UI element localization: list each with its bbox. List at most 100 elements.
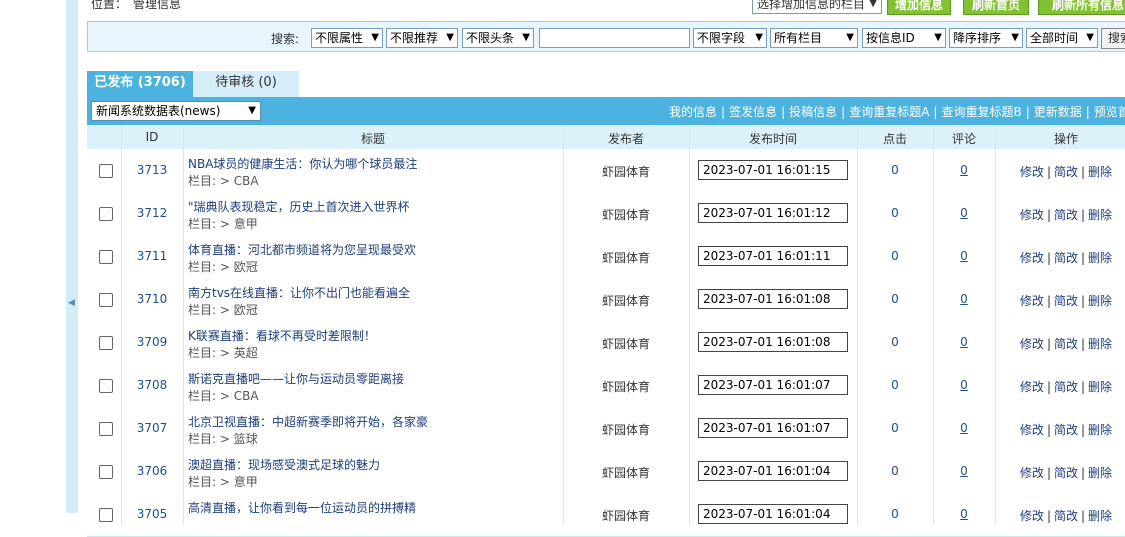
submitted-info-link[interactable]: 投稿信息 <box>789 105 837 119</box>
row-comments-link[interactable]: 0 <box>933 292 995 306</box>
preview-home-link[interactable]: 预览首 <box>1094 105 1125 119</box>
row-actions: 修改 | 简改 | 删除 <box>1019 294 1113 308</box>
headline-filter-select[interactable]: 不限头条 ▼ <box>462 28 534 48</box>
row-delete-link[interactable]: 删除 <box>1088 294 1112 308</box>
row-edit-link[interactable]: 修改 <box>1020 509 1044 523</box>
sort-order-select[interactable]: 降序排序 ▼ <box>949 28 1023 48</box>
row-checkbox[interactable] <box>99 293 113 307</box>
row-id: 3712 <box>136 206 168 220</box>
duplicate-title-b-link[interactable]: 查询重复标题B <box>941 105 1021 119</box>
row-publish-time-input[interactable]: 2023-07-01 16:01:04 <box>698 461 848 481</box>
row-comments-link[interactable]: 0 <box>933 507 995 521</box>
row-checkbox[interactable] <box>99 250 113 264</box>
tab-published[interactable]: 已发布 (3706) <box>87 71 193 97</box>
add-info-button[interactable]: 增加信息 <box>887 0 951 15</box>
row-edit-link[interactable]: 修改 <box>1020 208 1044 222</box>
row-comments-link[interactable]: 0 <box>933 421 995 435</box>
row-checkbox[interactable] <box>99 465 113 479</box>
row-simple-edit-link[interactable]: 简改 <box>1054 337 1078 351</box>
row-title-link[interactable]: K联赛直播：看球不再受时差限制！ <box>188 327 376 344</box>
row-checkbox[interactable] <box>99 336 113 350</box>
row-delete-link[interactable]: 删除 <box>1088 165 1112 179</box>
row-simple-edit-link[interactable]: 简改 <box>1054 380 1078 394</box>
row-checkbox[interactable] <box>99 164 113 178</box>
recommend-filter-select[interactable]: 不限推荐 ▼ <box>386 28 458 48</box>
tab-pending-review[interactable]: 待审核 (0) <box>193 71 299 97</box>
row-comments-link[interactable]: 0 <box>933 206 995 220</box>
row-comments-link[interactable]: 0 <box>933 163 995 177</box>
row-category: 栏目: > 意甲 <box>188 475 258 489</box>
row-edit-link[interactable]: 修改 <box>1020 337 1044 351</box>
add-column-select[interactable]: 选择增加信息的栏目 ▼ <box>752 0 882 14</box>
row-publish-time-input[interactable]: 2023-07-01 16:01:12 <box>698 203 848 223</box>
location-value[interactable]: 管理信息 <box>133 0 181 11</box>
search-input[interactable] <box>539 28 690 48</box>
refresh-all-button[interactable]: 刷新所有信息 <box>1038 0 1125 15</box>
row-publish-time-input[interactable]: 2023-07-01 16:01:08 <box>698 332 848 352</box>
row-simple-edit-link[interactable]: 简改 <box>1054 509 1078 523</box>
data-table-select[interactable]: 新闻系统数据表(news) ▼ <box>91 101 261 121</box>
time-range-select[interactable]: 全部时间 ▼ <box>1026 28 1098 48</box>
row-publish-time-input[interactable]: 2023-07-01 16:01:15 <box>698 160 848 180</box>
row-comments-link[interactable]: 0 <box>933 464 995 478</box>
row-title-link[interactable]: NBA球员的健康生活：你认为哪个球员最注 <box>188 155 417 172</box>
row-hits: 0 <box>891 163 899 177</box>
update-data-link[interactable]: 更新数据 <box>1034 105 1082 119</box>
table-row: 3712 "瑞典队表现稳定，历史上首次进入世界杯 栏目: > 意甲 虾园体育 2023-… <box>87 192 1125 236</box>
row-simple-edit-link[interactable]: 简改 <box>1054 466 1078 480</box>
row-delete-link[interactable]: 删除 <box>1088 208 1112 222</box>
row-checkbox[interactable] <box>99 207 113 221</box>
row-actions: 修改 | 简改 | 删除 <box>1019 509 1113 523</box>
table-row: 3706 澳超直播：现场感受澳式足球的魅力 栏目: > 意甲 虾园体育 2023-07-… <box>87 450 1125 494</box>
row-edit-link[interactable]: 修改 <box>1020 466 1044 480</box>
row-edit-link[interactable]: 修改 <box>1020 380 1044 394</box>
row-title-link[interactable]: 南方tvs在线直播：让你不出门也能看遍全 <box>188 284 410 301</box>
row-simple-edit-link[interactable]: 简改 <box>1054 165 1078 179</box>
row-simple-edit-link[interactable]: 简改 <box>1054 251 1078 265</box>
row-checkbox[interactable] <box>99 508 113 522</box>
row-title-link[interactable]: 北京卫视直播：中超新赛季即将开始，各家豪 <box>188 413 428 430</box>
row-title-link[interactable]: 体育直播：河北都市频道将为您呈现最受欢 <box>188 241 416 258</box>
row-simple-edit-link[interactable]: 简改 <box>1054 208 1078 222</box>
row-delete-link[interactable]: 删除 <box>1088 380 1112 394</box>
row-comments-link[interactable]: 0 <box>933 378 995 392</box>
row-publish-time-input[interactable]: 2023-07-01 16:01:07 <box>698 418 848 438</box>
sidebar-toggle-bar[interactable]: ◀ <box>66 0 78 513</box>
row-edit-link[interactable]: 修改 <box>1020 165 1044 179</box>
row-delete-link[interactable]: 删除 <box>1088 509 1112 523</box>
row-publish-time-input[interactable]: 2023-07-01 16:01:11 <box>698 246 848 266</box>
row-delete-link[interactable]: 删除 <box>1088 423 1112 437</box>
row-edit-link[interactable]: 修改 <box>1020 423 1044 437</box>
row-category: 栏目: > 英超 <box>188 346 258 360</box>
column-header-comments: 评论 <box>951 132 976 146</box>
row-title-link[interactable]: "瑞典队表现稳定，历史上首次进入世界杯 <box>188 198 410 215</box>
search-button[interactable]: 搜索 <box>1101 28 1125 49</box>
row-delete-link[interactable]: 删除 <box>1088 337 1112 351</box>
row-checkbox[interactable] <box>99 379 113 393</box>
row-delete-link[interactable]: 删除 <box>1088 466 1112 480</box>
collapse-arrow-icon[interactable]: ◀ <box>68 298 75 308</box>
field-select[interactable]: 不限字段 ▼ <box>693 28 767 48</box>
sort-field-select[interactable]: 按信息ID ▼ <box>862 28 946 48</box>
row-delete-link[interactable]: 删除 <box>1088 251 1112 265</box>
column-select[interactable]: 所有栏目 ▼ <box>770 28 858 48</box>
row-comments-link[interactable]: 0 <box>933 335 995 349</box>
row-publish-time-input[interactable]: 2023-07-01 16:01:07 <box>698 375 848 395</box>
row-simple-edit-link[interactable]: 简改 <box>1054 423 1078 437</box>
row-checkbox[interactable] <box>99 422 113 436</box>
row-title-link[interactable]: 斯诺克直播吧——让你与运动员零距离接 <box>188 370 404 387</box>
row-publish-time-input[interactable]: 2023-07-01 16:01:04 <box>698 504 848 524</box>
chevron-down-icon: ▼ <box>846 32 854 43</box>
my-info-link[interactable]: 我的信息 <box>669 105 717 119</box>
signed-info-link[interactable]: 签发信息 <box>729 105 777 119</box>
row-edit-link[interactable]: 修改 <box>1020 251 1044 265</box>
row-title-link[interactable]: 高清直播，让你看到每一位运动员的拼搏精 <box>188 499 416 516</box>
attribute-filter-select[interactable]: 不限属性 ▼ <box>311 28 383 48</box>
row-simple-edit-link[interactable]: 简改 <box>1054 294 1078 308</box>
row-comments-link[interactable]: 0 <box>933 249 995 263</box>
row-edit-link[interactable]: 修改 <box>1020 294 1044 308</box>
row-publish-time-input[interactable]: 2023-07-01 16:01:08 <box>698 289 848 309</box>
refresh-home-button[interactable]: 刷新首页 <box>963 0 1029 15</box>
duplicate-title-a-link[interactable]: 查询重复标题A <box>849 105 929 119</box>
row-title-link[interactable]: 澳超直播：现场感受澳式足球的魅力 <box>188 456 380 473</box>
